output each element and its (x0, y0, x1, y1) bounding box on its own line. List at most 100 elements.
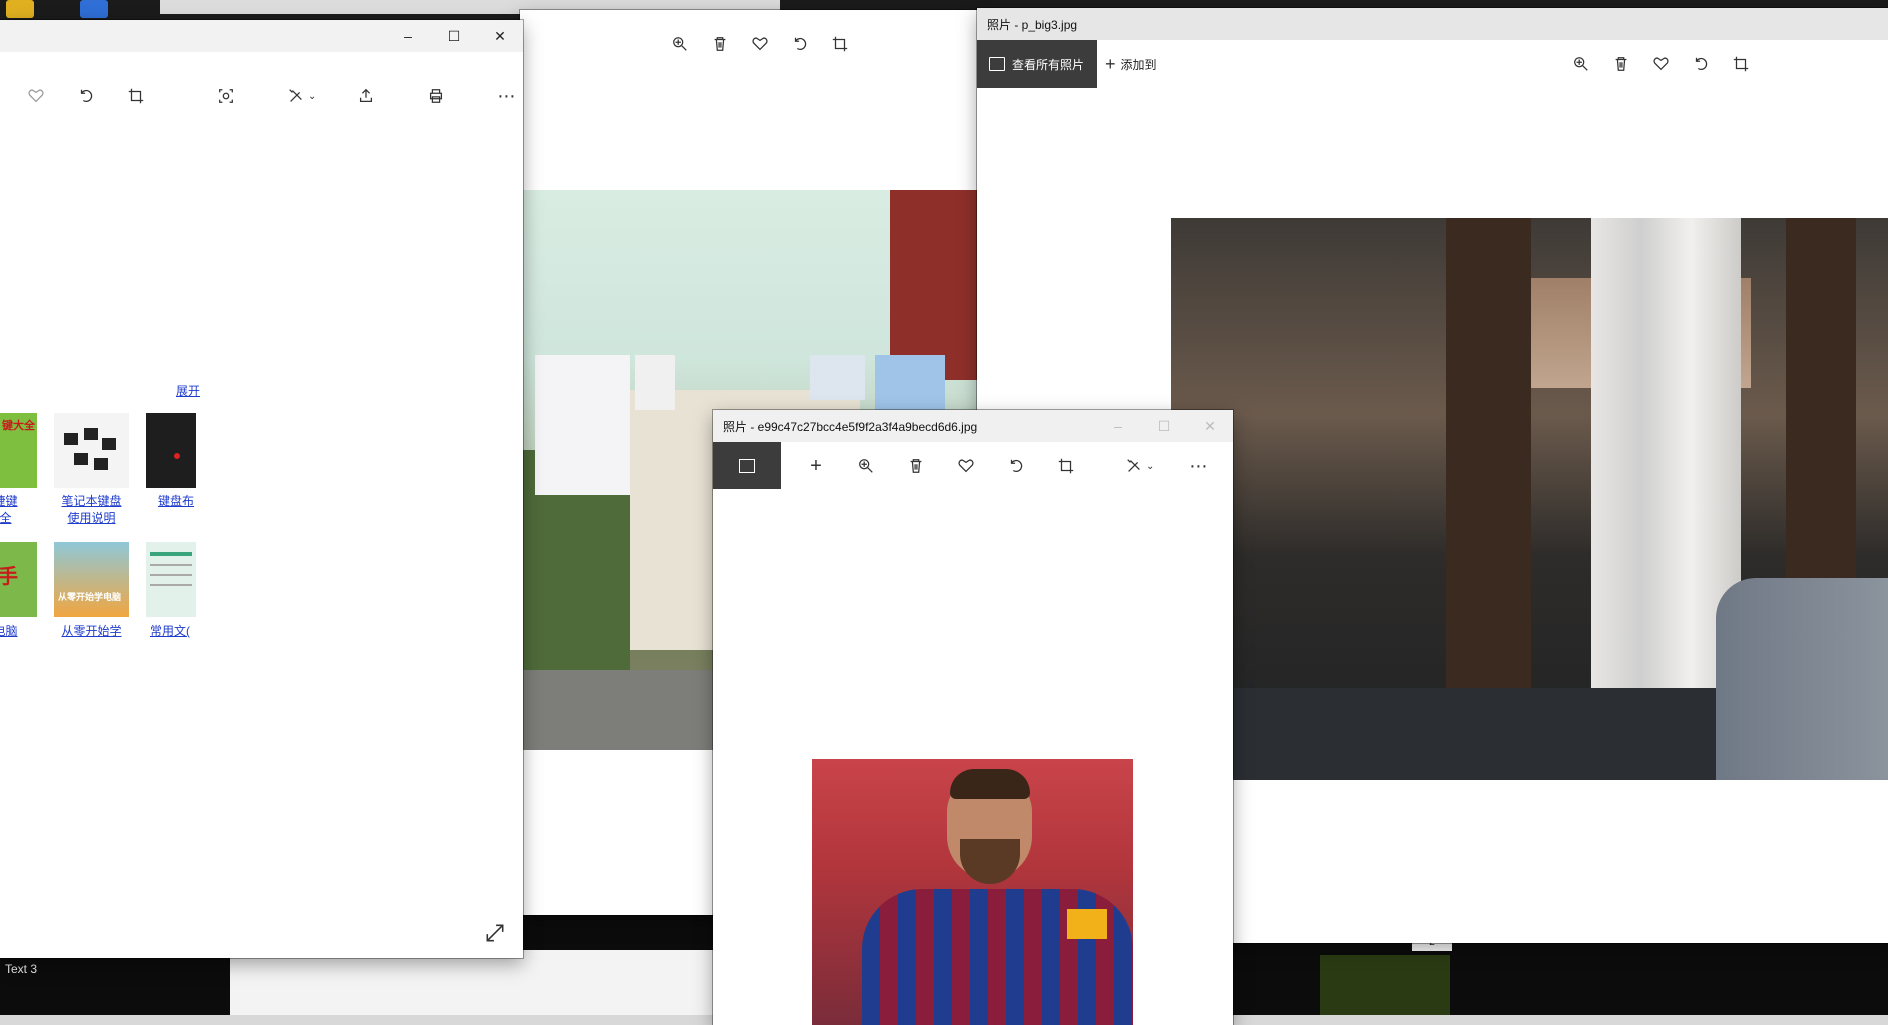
street-ground (520, 670, 720, 750)
favorite-icon[interactable] (1641, 44, 1681, 84)
messi-toolbar: + ⌄ ⋯ (796, 446, 1218, 486)
thumbnail-link[interactable]: 快捷键 大全 (0, 493, 37, 527)
main-toolbar (1561, 44, 1761, 84)
rotate-icon[interactable] (66, 76, 106, 116)
expand-link[interactable]: 展开 (176, 382, 200, 399)
minimize-button[interactable]: – (1095, 410, 1141, 442)
crop-icon[interactable] (1046, 446, 1086, 486)
favorite-icon[interactable] (740, 24, 780, 64)
link-line: 常用文( (150, 624, 190, 638)
thumbnail-link[interactable]: 键盘布 (146, 493, 233, 510)
maximize-button[interactable]: ☐ (431, 20, 477, 52)
messi-titlebar[interactable]: 照片 - e99c47c27bcc4e5f9f2a3f4a9becd6d6.jp… (713, 410, 1233, 442)
main-titlebar[interactable]: 照片 - p_big3.jpg (977, 8, 1888, 40)
favorite-icon[interactable] (16, 76, 56, 116)
thumbnail[interactable] (146, 542, 196, 617)
chevron-down-icon[interactable]: ⌄ (1146, 461, 1154, 472)
captain-armband (1067, 909, 1107, 939)
thumbnail[interactable]: 从零开始学电脑 (54, 542, 129, 617)
desktop-bottom-label: Text 3 (5, 962, 38, 976)
view-all-photos-label: 查看所有照片 (1012, 58, 1085, 72)
delete-icon[interactable] (1601, 44, 1641, 84)
table-stripe (150, 584, 192, 586)
key-shape (64, 433, 78, 445)
chevron-down-icon[interactable]: ⌄ (308, 91, 316, 102)
crop-icon[interactable] (820, 24, 860, 64)
left-toolbar: ⌄ ⋯ (16, 76, 523, 116)
rotate-icon[interactable] (780, 24, 820, 64)
photos-icon (739, 459, 755, 473)
delete-icon[interactable] (700, 24, 740, 64)
player-hair (950, 769, 1030, 799)
photos-window-messi: 照片 - e99c47c27bcc4e5f9f2a3f4a9becd6d6.jp… (713, 410, 1233, 1025)
table-stripe (150, 564, 192, 566)
link-line: 大全 (0, 511, 12, 525)
thumbnail-text: 手 (0, 566, 18, 588)
more-options-icon[interactable]: ⋯ (486, 76, 523, 116)
table-stripe (150, 552, 192, 556)
messi-photo (812, 759, 1133, 1025)
thumbnail-link[interactable]: 常用文( (146, 623, 225, 640)
left-titlebar[interactable]: – ☐ ✕ (0, 20, 523, 52)
thumbnail[interactable]: 手 (0, 542, 37, 617)
laundry-cloth (635, 355, 675, 410)
chair (1716, 578, 1888, 780)
thumbnail-link[interactable]: 笔记本键盘 使用说明 (54, 493, 129, 527)
window-photo (1171, 218, 1888, 780)
view-all-photos-button[interactable] (713, 442, 781, 489)
photos-window-left: – ☐ ✕ ⌄ ⋯ 展开 键大全 快捷键 大全 笔记本键盘 使用说明 键盘布 (0, 20, 523, 958)
player-beard (960, 839, 1020, 884)
rotate-icon[interactable] (996, 446, 1036, 486)
laundry-cloth (810, 355, 865, 400)
window-frame-post (1446, 218, 1531, 718)
laundry-cloth (535, 355, 630, 495)
zoom-icon[interactable] (1561, 44, 1601, 84)
thumbnail-text: 从零开始学电脑 (58, 592, 122, 602)
thumbnail-link[interactable]: 学电脑 (0, 623, 37, 640)
fullscreen-icon[interactable] (484, 922, 508, 946)
window-title: 照片 - p_big3.jpg (987, 17, 1078, 32)
add-to-label: 添加到 (1120, 57, 1157, 72)
thumbnail[interactable] (54, 413, 129, 488)
close-button[interactable]: ✕ (477, 20, 523, 52)
share-icon[interactable] (346, 76, 386, 116)
laundry-cloth (875, 355, 945, 415)
key-shape (74, 453, 88, 465)
thumbnail[interactable]: 键大全 (0, 413, 37, 488)
plus-icon: + (1105, 53, 1116, 74)
favorite-icon[interactable] (946, 446, 986, 486)
link-line: 从零开始学 (61, 624, 122, 638)
window-title: 照片 - e99c47c27bcc4e5f9f2a3f4a9becd6d6.jp… (723, 419, 978, 434)
crop-icon[interactable] (116, 76, 156, 116)
visual-search-icon[interactable] (206, 76, 246, 116)
link-line: 快捷键 (0, 494, 18, 508)
zoom-icon[interactable] (660, 24, 700, 64)
minimize-button[interactable]: – (385, 20, 431, 52)
building-facade (890, 190, 980, 380)
view-all-photos-button[interactable]: 查看所有照片 (977, 40, 1097, 88)
more-options-icon[interactable]: ⋯ (1178, 446, 1218, 486)
thumbnail-text: 键大全 (2, 420, 35, 432)
maximize-button[interactable]: ☐ (1141, 410, 1187, 442)
zoom-icon[interactable] (846, 446, 886, 486)
table-stripe (150, 574, 192, 576)
delete-icon[interactable] (896, 446, 936, 486)
link-line: 键盘布 (158, 494, 195, 508)
link-line: 学电脑 (0, 624, 18, 638)
close-button[interactable]: ✕ (1187, 410, 1233, 442)
link-line: 笔记本键盘 (61, 494, 122, 508)
print-icon[interactable] (416, 76, 456, 116)
thumbnail-link[interactable]: 从零开始学 (54, 623, 129, 640)
link-line: 使用说明 (67, 511, 116, 525)
key-shape (94, 458, 108, 470)
add-to-button[interactable]: + 添加到 (1105, 40, 1157, 88)
add-icon[interactable]: + (796, 446, 836, 486)
trackpoint-dot (174, 453, 180, 459)
key-shape (102, 438, 116, 450)
crop-icon[interactable] (1721, 44, 1761, 84)
clothesline-toolbar (660, 24, 860, 64)
desktop-shortcut-icon[interactable] (80, 0, 108, 18)
thumbnail[interactable] (146, 413, 196, 488)
rotate-icon[interactable] (1681, 44, 1721, 84)
desktop-shortcut-icon[interactable] (6, 0, 34, 18)
